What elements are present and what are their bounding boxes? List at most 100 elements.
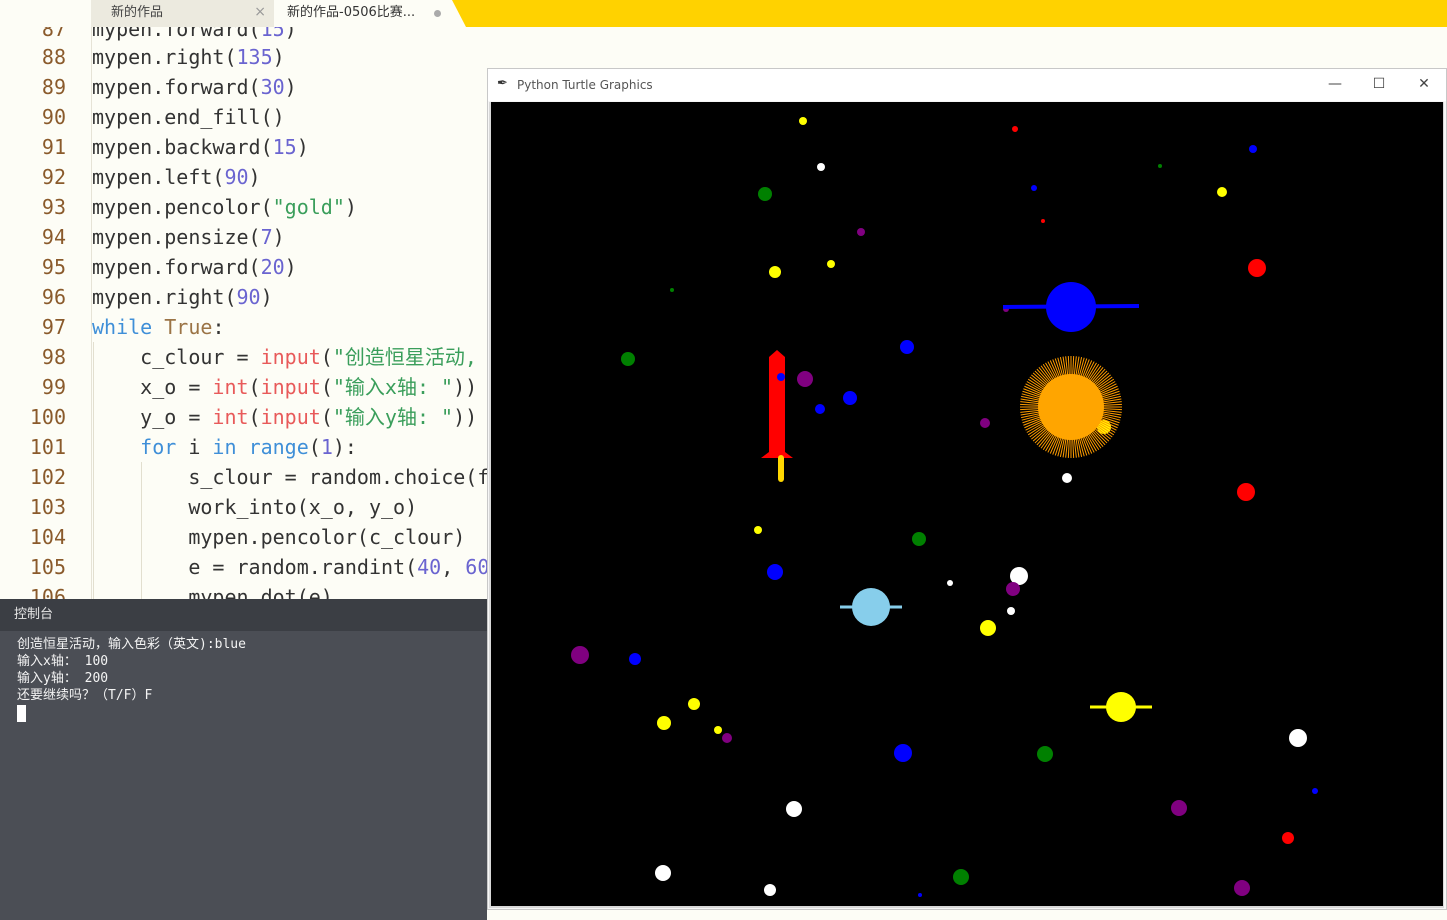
code-line: s_clour = random.choice(f	[92, 465, 490, 489]
space-scene	[571, 117, 1318, 897]
line-number: 105	[29, 555, 66, 579]
console-header: 控制台	[0, 599, 487, 631]
code-line: e = random.randint(40, 60	[92, 555, 490, 579]
tab-close-icon[interactable]: ×	[254, 0, 266, 25]
line-number: 92	[41, 165, 66, 189]
feather-icon: ✒	[497, 76, 508, 91]
star-dot	[918, 893, 922, 897]
code-line: mypen.pensize(7)	[92, 225, 285, 249]
code-line: mypen.pencolor("gold")	[92, 195, 357, 219]
code-line: mypen.left(90)	[92, 165, 261, 189]
star-dot	[1171, 800, 1187, 816]
star-dot	[799, 117, 807, 125]
star-dot	[754, 526, 762, 534]
window-titlebar[interactable]: ✒ Python Turtle Graphics — ☐ ✕	[488, 69, 1446, 101]
star-dot	[947, 580, 953, 586]
line-number: 88	[41, 45, 66, 69]
minimize-button[interactable]: —	[1320, 73, 1350, 95]
star-dot	[621, 352, 635, 366]
star-dot	[1234, 880, 1250, 896]
star-dot	[1289, 729, 1307, 747]
close-button[interactable]: ✕	[1409, 73, 1439, 95]
code-line: mypen.right(90)	[92, 285, 273, 309]
tab-bar-gutter	[0, 0, 91, 27]
turtle-canvas[interactable]	[491, 102, 1443, 906]
line-number: 97	[41, 315, 66, 339]
star-dot	[670, 288, 674, 292]
yellow-ringed-planet	[1090, 692, 1152, 722]
star-dot	[571, 646, 589, 664]
star-dot	[722, 733, 732, 743]
code-line: mypen.forward(20)	[92, 255, 297, 279]
rocket	[761, 350, 793, 482]
star-dot	[1062, 473, 1072, 483]
star-dot	[980, 620, 996, 636]
star-dot	[1282, 832, 1294, 844]
star-dot	[714, 726, 722, 734]
star-dot	[1012, 126, 1018, 132]
star-dot	[657, 716, 671, 730]
star-dot	[629, 653, 641, 665]
star-dot	[980, 418, 990, 428]
line-number: 98	[41, 345, 66, 369]
console-output[interactable]: 创造恒星活动，输入色彩（英文):blue 输入x轴： 100 输入y轴： 200…	[0, 631, 487, 920]
star-dot	[1217, 187, 1227, 197]
line-number: 102	[29, 465, 66, 489]
line-number: 100	[29, 405, 66, 429]
star-dot	[764, 884, 776, 896]
line-number: 103	[29, 495, 66, 519]
console-line: 输入x轴： 100	[17, 654, 109, 669]
star-dot	[894, 744, 912, 762]
text-cursor	[17, 705, 26, 722]
star-dot	[857, 228, 865, 236]
code-line: mypen.forward(30)	[92, 75, 297, 99]
star-dot	[758, 187, 772, 201]
tab-label: 新的作品-0506比赛...	[287, 5, 416, 20]
tab-label: 新的作品	[111, 5, 164, 20]
stars-group	[571, 117, 1318, 897]
code-line: mypen.end_fill()	[92, 105, 285, 129]
code-line: x_o = int(input("输入x轴: "))	[92, 375, 478, 399]
star-dot	[827, 260, 835, 268]
line-numbers: 87 88 89 90 91 92 93 94 95 96 97 98 99 1…	[0, 27, 78, 599]
tab-new-work[interactable]: 新的作品 ×	[91, 0, 274, 27]
line-number: 96	[41, 285, 66, 309]
line-number: 89	[41, 75, 66, 99]
canvas-frame	[489, 102, 1444, 908]
star-dot	[655, 865, 671, 881]
star-dot	[1237, 483, 1255, 501]
skyblue-ringed-planet	[840, 588, 902, 626]
turtle-graphics-window[interactable]: ✒ Python Turtle Graphics — ☐ ✕	[487, 68, 1447, 910]
star-dot	[1007, 607, 1015, 615]
line-number: 99	[41, 375, 66, 399]
star-dot	[953, 869, 969, 885]
star-dot	[1312, 788, 1318, 794]
star-dot	[786, 801, 802, 817]
code-line: mypen.right(135)	[92, 45, 285, 69]
code-lines[interactable]: mypen.forward(15) mypen.right(135) mypen…	[92, 27, 489, 599]
code-line: mypen.backward(15)	[92, 135, 309, 159]
code-line: for i in range(1):	[140, 435, 357, 459]
console-title: 控制台	[14, 607, 54, 622]
console-line: 还要继续吗？（T/F）F	[17, 688, 153, 703]
star-dot	[769, 266, 781, 278]
maximize-button[interactable]: ☐	[1364, 73, 1394, 95]
code-line: y_o = int(input("输入y轴: "))	[92, 405, 478, 429]
star-dot	[797, 371, 813, 387]
star-dot	[767, 564, 783, 580]
line-number: 93	[41, 195, 66, 219]
line-number: 94	[41, 225, 66, 249]
line-number: 101	[29, 435, 66, 459]
star-dot	[1249, 145, 1257, 153]
line-number: 106	[29, 585, 66, 599]
star-dot	[900, 340, 914, 354]
tab-active-work[interactable]: 新的作品-0506比赛...	[274, 0, 466, 27]
star-dot	[1248, 259, 1266, 277]
unsaved-dot-icon	[434, 10, 441, 17]
star-dot	[843, 391, 857, 405]
star-dot	[912, 532, 926, 546]
code-line: c_clour = input("创造恒星活动,	[92, 345, 477, 369]
line-number: 104	[29, 525, 66, 549]
console-line: 创造恒星活动，输入色彩（英文):blue	[17, 637, 246, 652]
console-line: 输入y轴： 200	[17, 671, 109, 686]
